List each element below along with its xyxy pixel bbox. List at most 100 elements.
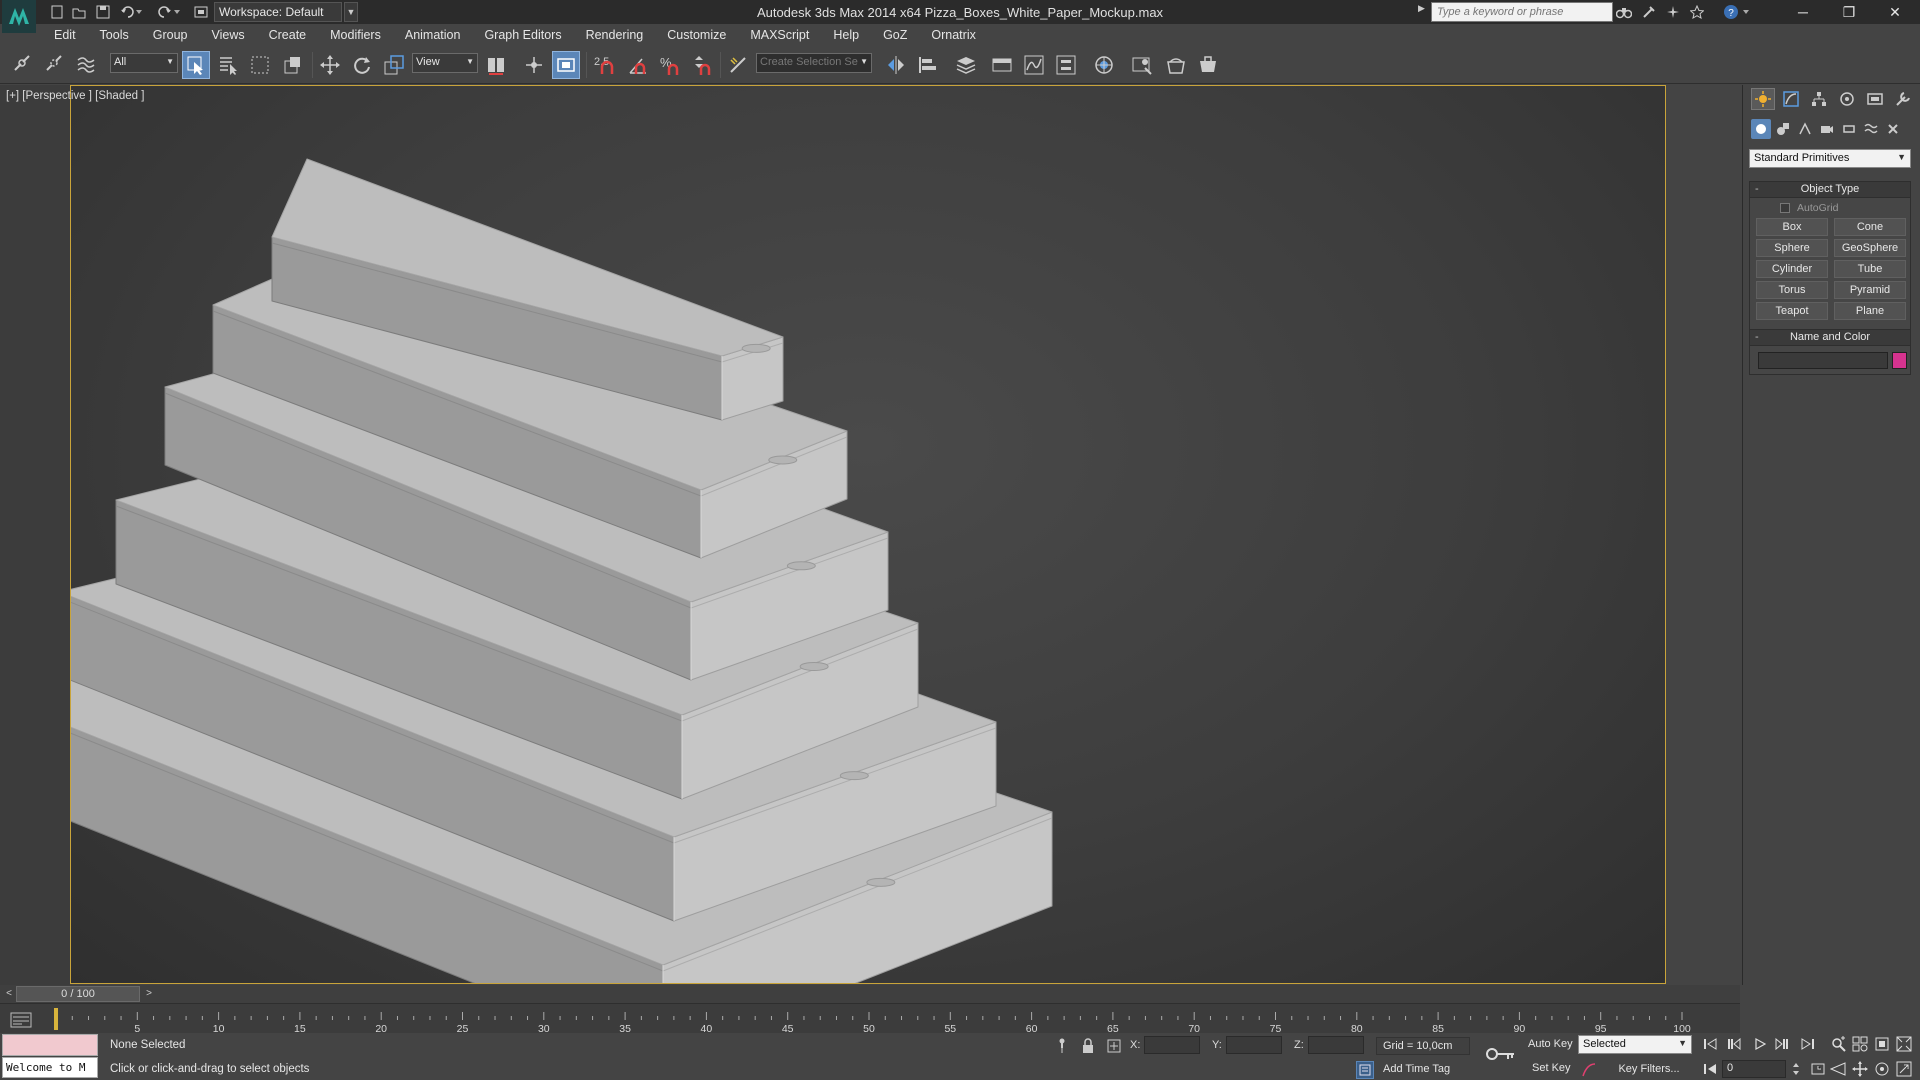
angle-snap-toggle-icon[interactable] [624,51,652,79]
modify-tab-icon[interactable] [1779,88,1803,110]
current-frame-field[interactable]: 0 [1722,1060,1786,1078]
menu-goz[interactable]: GoZ [871,28,919,42]
box-button[interactable]: Box [1756,218,1828,236]
cone-button[interactable]: Cone [1834,218,1906,236]
go-to-end-icon[interactable] [1798,1034,1818,1054]
schematic-view-icon[interactable] [1052,51,1080,79]
unlink-selection-icon[interactable] [40,51,68,79]
time-slider-previous-icon[interactable]: < [2,985,16,1003]
new-scene-icon[interactable] [48,3,66,21]
time-slider[interactable]: < 0 / 100 > [0,985,1740,1003]
align-icon[interactable] [914,51,942,79]
set-key-button[interactable]: Set Key [1532,1062,1571,1074]
tube-button[interactable]: Tube [1834,260,1906,278]
render-production-icon[interactable] [1194,51,1222,79]
undo-dropdown-icon[interactable] [134,3,144,21]
edit-named-selection-sets-icon[interactable] [724,51,752,79]
plane-button[interactable]: Plane [1834,302,1906,320]
snaps-toggle-icon[interactable]: 2.5 [592,51,620,79]
keyboard-shortcut-override-icon[interactable] [552,51,580,79]
selection-lock-icon[interactable] [1080,1037,1096,1055]
help-icon[interactable]: ? [1722,3,1740,21]
material-editor-icon[interactable] [1090,51,1118,79]
save-file-icon[interactable] [94,3,112,21]
isolate-selection-icon[interactable] [1054,1037,1070,1055]
maxscript-listener-output[interactable] [2,1034,98,1056]
primitive-category-dropdown[interactable]: Standard Primitives ▼ [1749,149,1911,168]
key-mode-toggle-icon[interactable] [1700,1059,1720,1079]
maximize-button[interactable]: ❐ [1826,0,1872,24]
geometry-category-icon[interactable] [1751,119,1771,139]
utilities-tab-icon[interactable] [1891,88,1915,110]
create-tab-icon[interactable] [1751,88,1775,110]
helpers-category-icon[interactable] [1839,119,1859,139]
go-to-start-icon[interactable] [1700,1034,1720,1054]
use-pivot-point-center-icon[interactable] [482,51,510,79]
select-and-rotate-icon[interactable] [348,51,376,79]
select-and-link-icon[interactable] [8,51,36,79]
torus-button[interactable]: Torus [1756,281,1828,299]
menu-help[interactable]: Help [821,28,871,42]
workspace-dropdown-arrow-icon[interactable]: ▼ [344,2,358,22]
key-filters-button[interactable]: Key Filters... [1604,1060,1694,1078]
track-bar[interactable]: 5 10 15 20 25 30 35 40 45 50 55 60 65 70 75 80 85 90 95 100 [0,1003,1740,1034]
perspective-viewport[interactable] [70,85,1666,984]
set-keys-key-icon[interactable] [1486,1047,1516,1061]
menu-views[interactable]: Views [199,28,256,42]
key-mode-dropdown[interactable]: Selected ▼ [1578,1035,1692,1054]
x-coordinate-field[interactable] [1144,1036,1200,1054]
geosphere-button[interactable]: GeoSphere [1834,239,1906,257]
default-in-out-tangents-icon[interactable] [1580,1061,1598,1079]
play-animation-icon[interactable] [1750,1034,1770,1054]
lights-category-icon[interactable] [1795,119,1815,139]
maxscript-listener-input[interactable]: Welcome to M [2,1057,98,1078]
time-configuration-icon[interactable] [1808,1059,1828,1079]
close-button[interactable]: ✕ [1872,0,1918,24]
select-and-move-icon[interactable] [316,51,344,79]
display-tab-icon[interactable] [1863,88,1887,110]
menu-ornatrix[interactable]: Ornatrix [919,28,987,42]
teapot-button[interactable]: Teapot [1756,302,1828,320]
spinner-snap-toggle-icon[interactable] [688,51,716,79]
toggle-ribbon-icon[interactable] [988,51,1016,79]
cylinder-button[interactable]: Cylinder [1756,260,1828,278]
mirror-icon[interactable] [882,51,910,79]
object-type-rollout-header[interactable]: - Object Type [1750,182,1910,198]
menu-edit[interactable]: Edit [38,28,88,42]
menu-graph-editors[interactable]: Graph Editors [472,28,573,42]
shapes-category-icon[interactable] [1773,119,1793,139]
previous-frame-icon[interactable] [1724,1034,1744,1054]
hierarchy-tab-icon[interactable] [1807,88,1831,110]
manage-layers-icon[interactable] [952,51,980,79]
zoom-icon[interactable] [1828,1034,1848,1054]
menu-create[interactable]: Create [257,28,319,42]
infocenter-expand-icon[interactable]: ▶ [1418,3,1425,14]
workspace-dropdown[interactable]: Workspace: Default [214,2,342,22]
project-folder-icon[interactable] [192,3,210,21]
app-menu-button[interactable] [2,0,36,33]
add-time-tag-button[interactable]: Add Time Tag [1383,1063,1450,1075]
autogrid-option[interactable]: AutoGrid [1780,202,1838,214]
window-crossing-icon[interactable] [278,51,306,79]
motion-tab-icon[interactable] [1835,88,1859,110]
cameras-category-icon[interactable] [1817,119,1837,139]
frame-spinner-icon[interactable] [1790,1059,1802,1079]
pan-view-icon[interactable] [1850,1059,1870,1079]
time-slider-thumb[interactable]: 0 / 100 [16,986,140,1002]
select-object-icon[interactable] [182,51,210,79]
reference-coordinate-dropdown[interactable]: View ▼ [412,53,478,73]
menu-modifiers[interactable]: Modifiers [318,28,393,42]
zoom-all-icon[interactable] [1850,1034,1870,1054]
menu-tools[interactable]: Tools [88,28,141,42]
menu-rendering[interactable]: Rendering [574,28,656,42]
keyword-search-input[interactable] [1431,2,1613,22]
name-and-color-rollout-header[interactable]: - Name and Color [1750,330,1910,346]
y-coordinate-field[interactable] [1226,1036,1282,1054]
space-warps-category-icon[interactable] [1861,119,1881,139]
render-setup-icon[interactable] [1128,51,1156,79]
rendered-frame-window-icon[interactable] [1162,51,1190,79]
object-name-field[interactable] [1758,352,1888,369]
help-dropdown-icon[interactable] [1741,3,1751,21]
select-by-name-icon[interactable] [214,51,242,79]
current-frame-marker[interactable] [54,1008,58,1030]
